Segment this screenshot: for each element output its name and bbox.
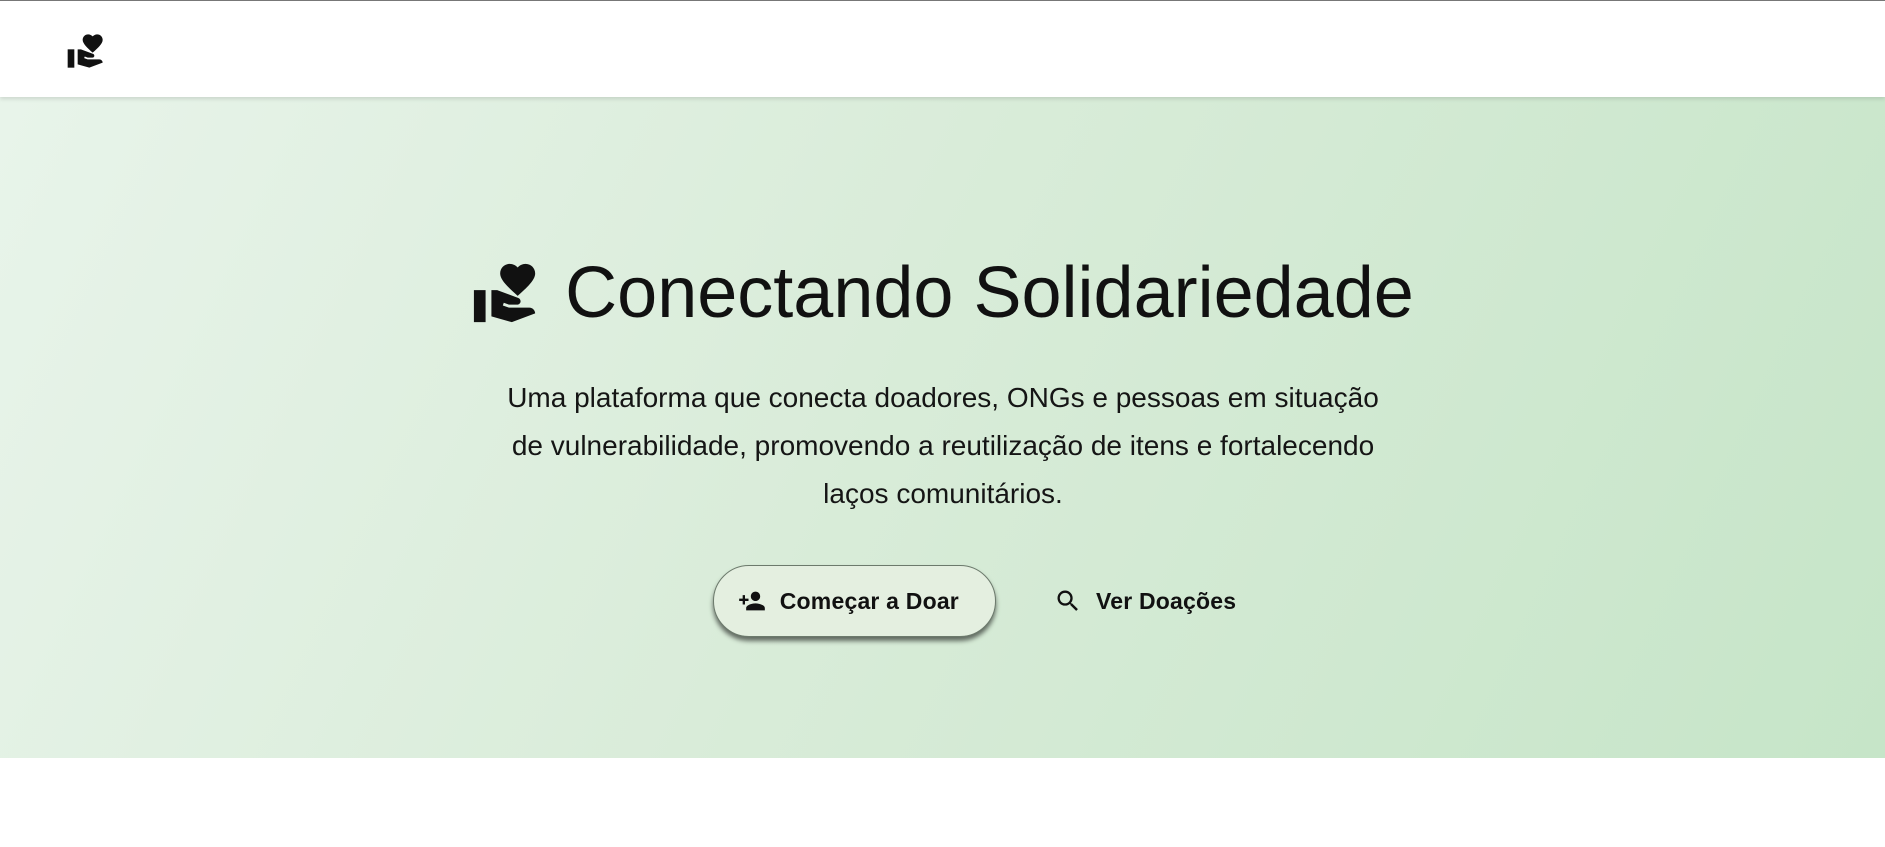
start-donating-button[interactable]: Começar a Doar xyxy=(712,565,996,637)
hero-section: Conectando Solidariedade Uma plataforma … xyxy=(0,97,1885,758)
volunteer-activism-icon xyxy=(471,258,541,328)
hero-description: Uma plataforma que conecta doadores, ONG… xyxy=(507,382,1379,509)
person-add-icon xyxy=(738,587,766,615)
top-app-bar xyxy=(0,1,1885,97)
content-section xyxy=(0,758,1885,847)
view-donations-button[interactable]: Ver Doações xyxy=(1034,565,1256,637)
start-donating-label: Começar a Doar xyxy=(779,587,959,614)
search-icon xyxy=(1054,587,1082,615)
volunteer-activism-icon[interactable] xyxy=(66,31,106,71)
hero-heading: Conectando Solidariedade xyxy=(0,257,1885,329)
hero-actions: Começar a Doar Ver Doações xyxy=(0,565,1885,637)
page-title: Conectando Solidariedade xyxy=(565,253,1414,333)
view-donations-label: Ver Doações xyxy=(1095,587,1237,614)
page: Conectando Solidariedade Uma plataforma … xyxy=(0,0,1885,847)
